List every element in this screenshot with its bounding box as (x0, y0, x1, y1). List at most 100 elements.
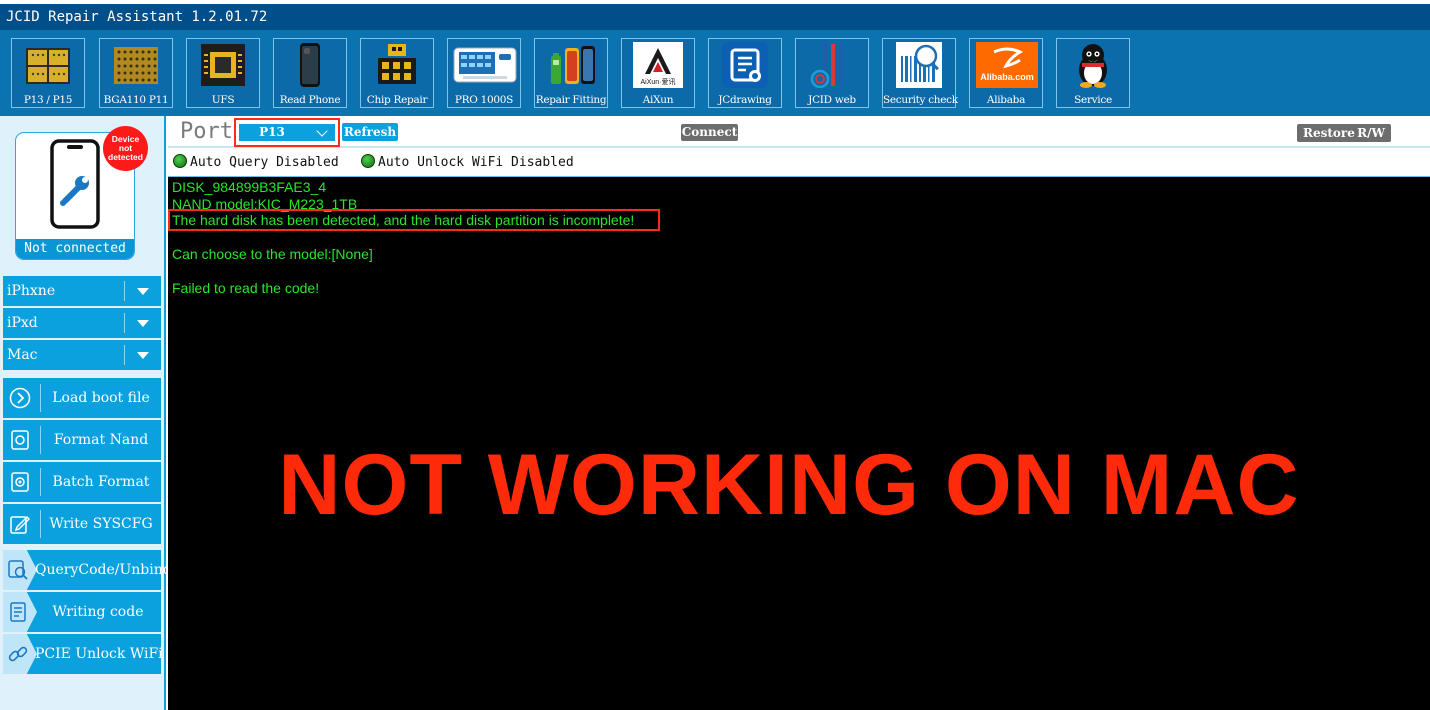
connect-button[interactable]: Connect (681, 124, 738, 141)
status-dot-icon (361, 154, 375, 168)
chevron-down-icon (137, 352, 149, 359)
window-title: JCID Repair Assistant 1.2.01.72 (0, 4, 1430, 30)
toolbar-item-security-check[interactable]: Security check (882, 38, 958, 108)
querycode-unbind-tab[interactable]: QueryCode/Unbind (3, 550, 172, 590)
jcid-web-icon (809, 42, 855, 88)
bga-chip-icon (113, 42, 159, 88)
toolbar-item-read-phone[interactable]: Read Phone (273, 38, 347, 108)
log-line: Failed to read the code! (172, 280, 320, 296)
toolbar-item-pro-1000s[interactable]: PRO 1000S (447, 38, 521, 108)
divider (124, 281, 125, 301)
document-icon (7, 601, 29, 623)
button-label: Write SYSCFG (49, 516, 153, 532)
alibaba-logo-icon: Alibaba.com (976, 42, 1038, 88)
edit-icon (9, 513, 31, 535)
not-working-overlay: NOT WORKING ON MAC (278, 437, 1300, 533)
log-line: Can choose to the model:[None] (172, 246, 373, 262)
auto-unlock-label: Auto Unlock WiFi Disabled (378, 155, 574, 170)
toolbar-item-label: Service (1074, 94, 1112, 106)
rw-button[interactable]: R/W (1357, 124, 1385, 142)
model-dropdown-label: iPxd (7, 315, 38, 331)
toolbar-item-jcid-web[interactable]: JCID web (795, 38, 869, 108)
model-dropdown-label: Mac (7, 347, 38, 363)
battery-phone-icon (543, 42, 601, 88)
aixun-logo-text: AiXun·爱讯 (640, 78, 675, 86)
model-dropdown-mac[interactable]: Mac (3, 340, 161, 370)
load-boot-file-button[interactable]: Load boot file (3, 378, 161, 418)
auto-query-status[interactable]: Auto Query Disabled (173, 154, 339, 170)
toolbar-item-aixun[interactable]: AiXun·爱讯 AiXun (621, 38, 695, 108)
toolbar-item-label: JCID web (808, 94, 856, 106)
batch-format-button[interactable]: Batch Format (3, 462, 161, 502)
auto-query-label: Auto Query Disabled (190, 155, 339, 170)
log-line-highlighted: The hard disk has been detected, and the… (172, 212, 635, 228)
toolbar-item-label: PRO 1000S (454, 94, 514, 106)
format-icon (9, 429, 31, 451)
toolbar-item-label: BGA110 P11 (103, 94, 169, 106)
arrow-circle-icon (9, 387, 31, 409)
toolbar-item-repair-fitting[interactable]: Repair Fitting (534, 38, 608, 108)
divider (124, 345, 125, 365)
chip-repair-icon (374, 42, 420, 88)
toolbar-item-chip-repair[interactable]: Chip Repair (360, 38, 434, 108)
toolbar-item-label: Chip Repair (366, 94, 428, 106)
auto-unlock-wifi-status[interactable]: Auto Unlock WiFi Disabled (361, 154, 574, 170)
toolbar-item-service[interactable]: Service (1056, 38, 1130, 108)
writing-code-tab[interactable]: Writing code (3, 592, 161, 632)
console-output: DISK_984899B3FAE3_4 NAND model:KIC_M223_… (168, 176, 1430, 710)
phone-repair-icon (49, 139, 101, 229)
chevron-down-icon (137, 288, 149, 295)
port-select-value: P13 (239, 124, 335, 141)
toolbar-item-label: Repair Fitting (535, 94, 607, 106)
toolbar-item-p13-p15[interactable]: P13 / P15 (11, 38, 85, 108)
toolbar-item-ufs[interactable]: UFS (186, 38, 260, 108)
toolbar-item-label: Read Phone (279, 94, 341, 106)
button-label: Load boot file (52, 390, 150, 406)
toolbar-item-alibaba[interactable]: Alibaba.com Alibaba (969, 38, 1043, 108)
port-bar: Port P13 Refresh Connect Restore R/W (168, 116, 1430, 148)
query-icon (7, 559, 29, 581)
status-bar: Auto Query Disabled Auto Unlock WiFi Dis… (168, 148, 1430, 176)
divider (124, 313, 125, 333)
write-syscfg-button[interactable]: Write SYSCFG (3, 504, 161, 544)
tab-label: Writing code (52, 604, 144, 620)
port-label: Port (180, 119, 233, 144)
ufs-chip-icon (200, 42, 246, 88)
toolbar-item-label: UFS (211, 94, 235, 106)
programmer-device-icon (453, 42, 517, 88)
chevron-down-icon (137, 320, 149, 327)
pcie-unlock-wifi-tab[interactable]: PCIE Unlock WiFi (3, 634, 163, 674)
button-label: Batch Format (52, 474, 150, 490)
main-panel: Port P13 Refresh Connect Restore R/W Aut… (168, 116, 1430, 710)
port-select[interactable]: P13 (234, 118, 340, 147)
selected-port: P13 (259, 125, 285, 139)
jcdrawing-logo-icon (722, 42, 768, 88)
toolbar-item-label: JCdrawing (718, 94, 772, 106)
device-status: Not connected (16, 239, 134, 259)
penguin-icon (1070, 42, 1116, 88)
format-nand-button[interactable]: Format Nand (3, 420, 161, 460)
toolbar-item-label: AiXun (642, 94, 674, 106)
toolbar-item-bga110-p11[interactable]: BGA110 P11 (99, 38, 173, 108)
phone-icon (287, 42, 333, 88)
toolbar-item-label: Security check (883, 94, 958, 106)
refresh-button[interactable]: Refresh (342, 123, 398, 141)
tab-label: PCIE Unlock WiFi (35, 646, 163, 662)
model-dropdown-ipxd[interactable]: iPxd (3, 308, 161, 338)
link-icon (7, 643, 29, 665)
toolbar-item-label: Alibaba (986, 94, 1026, 106)
toolbar-item-jcdrawing[interactable]: JCdrawing (708, 38, 782, 108)
button-label: Format Nand (53, 432, 149, 448)
model-dropdown-label: iPhxne (7, 283, 56, 299)
chip-board-icon (25, 42, 71, 88)
restore-button[interactable]: Restore (1303, 124, 1355, 142)
security-check-icon (896, 42, 942, 88)
log-line: DISK_984899B3FAE3_4 (172, 179, 327, 195)
model-dropdown-iphxne[interactable]: iPhxne (3, 276, 161, 306)
alibaba-logo-text: Alibaba.com (980, 72, 1034, 82)
restore-rw-group: Restore R/W (1297, 124, 1391, 142)
sidebar: Not connected Device not detected iPhxne… (0, 116, 172, 710)
toolbar-item-label: P13 / P15 (23, 94, 73, 106)
status-dot-icon (173, 154, 187, 168)
chevron-down-icon (316, 125, 328, 137)
